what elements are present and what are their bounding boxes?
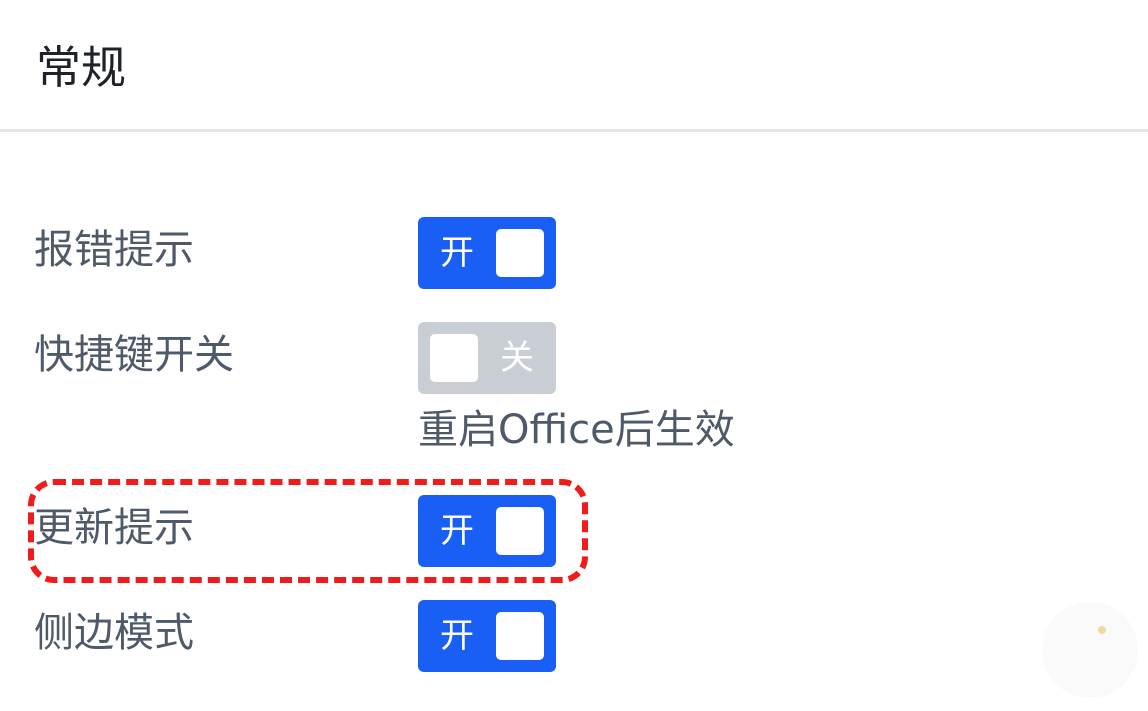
toggle-state-text: 关 — [500, 338, 534, 378]
page-title: 常规 — [36, 41, 127, 94]
toggle-state-text: 开 — [440, 616, 474, 656]
shortcut-switch-toggle[interactable]: 关 — [418, 322, 556, 394]
sidebar-mode-toggle[interactable]: 开 — [418, 600, 556, 672]
watermark-dot — [1098, 626, 1106, 634]
toggle-knob — [496, 612, 544, 660]
shortcut-switch-label: 快捷键开关 — [34, 332, 234, 378]
watermark-logo — [1042, 602, 1138, 698]
sidebar-mode-label: 侧边模式 — [34, 610, 194, 656]
toggle-state-text: 开 — [440, 511, 474, 551]
toggle-knob — [496, 507, 544, 555]
error-prompt-label: 报错提示 — [34, 227, 194, 273]
update-prompt-label: 更新提示 — [34, 505, 194, 551]
settings-header: 常规 — [0, 0, 1148, 132]
toggle-knob — [496, 229, 544, 277]
update-prompt-toggle[interactable]: 开 — [418, 495, 556, 567]
restart-hint: 重启Office后生效 — [418, 407, 735, 453]
toggle-state-text: 开 — [440, 233, 474, 273]
toggle-knob — [430, 334, 478, 382]
error-prompt-toggle[interactable]: 开 — [418, 217, 556, 289]
